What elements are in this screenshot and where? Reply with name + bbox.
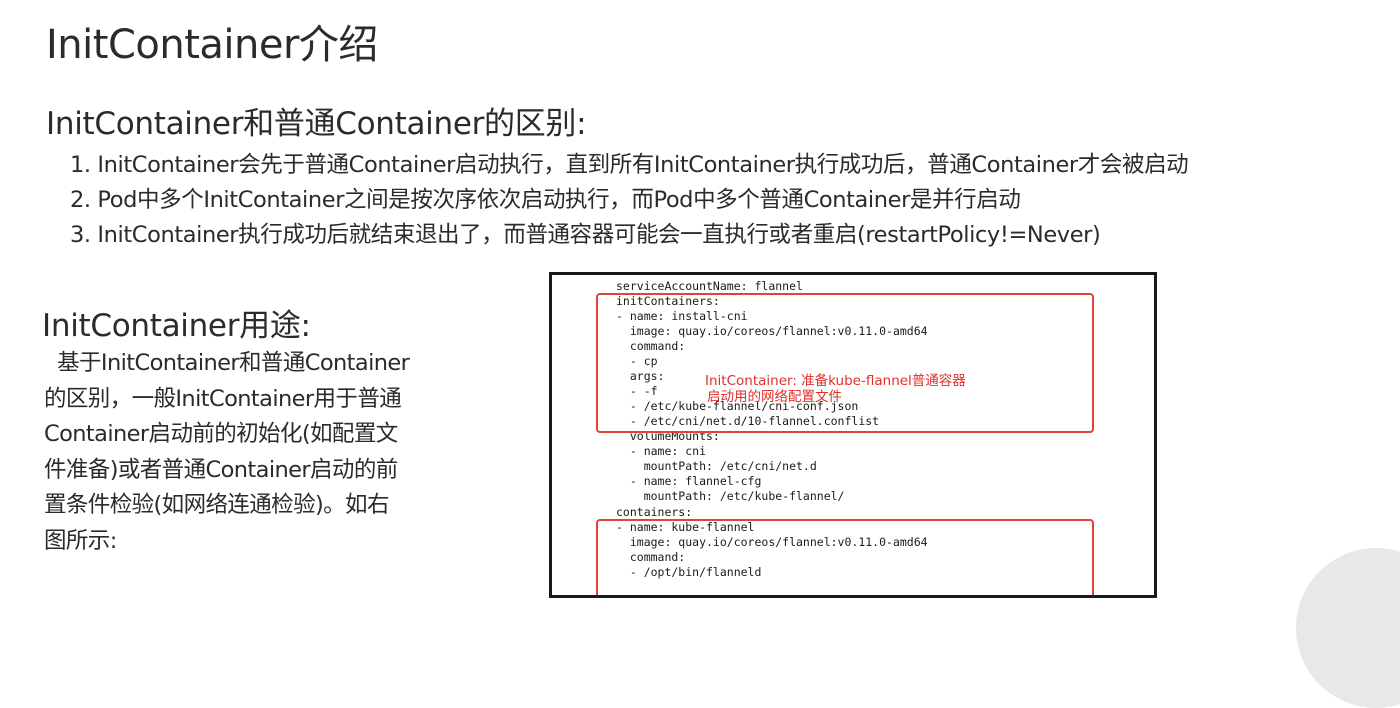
code-line: containers: bbox=[616, 505, 693, 519]
usage-line: 基于InitContainer和普通Container bbox=[44, 350, 410, 376]
difference-heading: InitContainer和普通Container的区别: bbox=[46, 106, 587, 142]
annotation-line-1: InitContainer: 准备kube-flannel普通容器 bbox=[705, 373, 966, 389]
yaml-code-screenshot: serviceAccountName: flannel initContaine… bbox=[549, 272, 1157, 598]
usage-line: Container启动前的初始化(如配置文 bbox=[44, 421, 398, 447]
init-containers-highlight bbox=[596, 293, 1094, 433]
code-line: mountPath: /etc/kube-flannel/ bbox=[616, 489, 845, 503]
difference-list: 1. InitContainer会先于普通Container启动执行，直到所有I… bbox=[70, 148, 1189, 253]
difference-item-2: 2. Pod中多个InitContainer之间是按次序依次启动执行，而Pod中… bbox=[70, 187, 1021, 213]
difference-item-3: 3. InitContainer执行成功后就结束退出了，而普通容器可能会一直执行… bbox=[70, 222, 1101, 248]
difference-item-1: 1. InitContainer会先于普通Container启动执行，直到所有I… bbox=[70, 152, 1189, 178]
code-line: - name: cni bbox=[616, 444, 707, 458]
code-line: mountPath: /etc/cni/net.d bbox=[616, 459, 817, 473]
annotation-line-2: 启动用的网络配置文件 bbox=[707, 389, 842, 405]
presenter-video-overlay bbox=[1296, 548, 1400, 708]
usage-line: 图所示: bbox=[44, 527, 117, 554]
code-line: - name: flannel-cfg bbox=[616, 474, 762, 488]
code-line: serviceAccountName: flannel bbox=[616, 279, 803, 293]
usage-heading: InitContainer用途: bbox=[42, 308, 311, 344]
usage-line: 件准备)或者普通Container启动的前 bbox=[44, 456, 398, 483]
usage-paragraph: 基于InitContainer和普通Container 的区别，一般InitCo… bbox=[44, 346, 480, 559]
slide-title: InitContainer介绍 bbox=[46, 22, 378, 68]
containers-highlight bbox=[596, 519, 1094, 595]
init-container-annotation: InitContainer: 准备kube-flannel普通容器 启动用的网络… bbox=[705, 373, 966, 405]
usage-line: 置条件检验(如网络连通检验)。如右 bbox=[44, 492, 389, 518]
usage-line: 的区别，一般InitContainer用于普通 bbox=[44, 385, 402, 412]
